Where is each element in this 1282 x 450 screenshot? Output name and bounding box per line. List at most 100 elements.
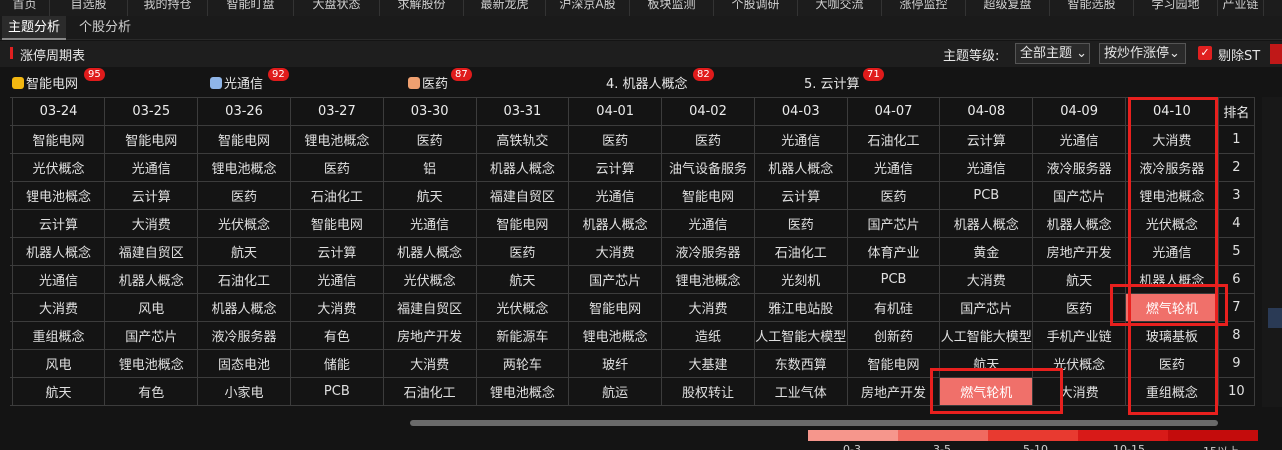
theme-cell[interactable]: 创新药 xyxy=(846,321,941,350)
theme-cell[interactable]: 国产芯片 xyxy=(846,209,941,238)
theme-cell[interactable]: 玻纤 xyxy=(568,349,663,378)
theme-cell[interactable]: 石油化工 xyxy=(753,237,848,266)
theme-cell[interactable]: 液冷服务器 xyxy=(1032,153,1126,182)
column-header[interactable]: 04-01 xyxy=(568,97,663,126)
nav-item[interactable]: 首页 xyxy=(0,0,50,16)
theme-cell[interactable]: 医药 xyxy=(846,181,941,210)
nav-item[interactable]: 涨停监控 xyxy=(882,0,966,16)
theme-cell[interactable]: 光通信 xyxy=(846,153,941,182)
theme-cell[interactable]: 医药 xyxy=(197,181,291,210)
theme-cell[interactable]: 航运 xyxy=(568,377,663,406)
theme-cell[interactable]: 智能电网 xyxy=(846,349,941,378)
theme-cell[interactable]: 锂电池概念 xyxy=(104,349,199,378)
theme-level-select[interactable]: 全部主题 ⌄ xyxy=(1015,43,1090,64)
theme-cell[interactable]: 国产芯片 xyxy=(1032,181,1126,210)
nav-item[interactable]: 沪深京A股 xyxy=(546,0,630,16)
theme-cell[interactable]: 云计算 xyxy=(289,237,384,266)
theme-item-5[interactable]: 5. 云计算 71 xyxy=(804,68,884,92)
theme-cell[interactable]: 航天 xyxy=(11,377,106,406)
theme-cell[interactable]: 机器人概念 xyxy=(1032,209,1126,238)
nav-item[interactable]: 大咖交流 xyxy=(798,0,882,16)
theme-cell[interactable]: 造纸 xyxy=(661,321,755,350)
theme-cell[interactable]: 石油化工 xyxy=(197,265,291,294)
theme-cell[interactable]: 国产芯片 xyxy=(104,321,199,350)
limit-up-cycle-table-wrap[interactable]: 03-2103-2403-2503-2603-2703-3003-3104-01… xyxy=(10,97,1255,407)
theme-cell[interactable]: 云计算 xyxy=(104,181,199,210)
theme-cell[interactable]: 大消费 xyxy=(289,293,384,322)
theme-cell[interactable]: 机器人概念 xyxy=(568,209,663,238)
theme-cell[interactable]: 光伏概念 xyxy=(475,293,570,322)
theme-cell[interactable]: 大消费 xyxy=(104,209,199,238)
column-header[interactable]: 03-31 xyxy=(475,97,570,126)
theme-cell[interactable]: 福建自贸区 xyxy=(475,181,570,210)
theme-cell[interactable]: 股权转让 xyxy=(661,377,755,406)
nav-item[interactable]: 板块监测 xyxy=(630,0,714,16)
column-header[interactable]: 03-27 xyxy=(289,97,384,126)
theme-item-3[interactable]: 医药 87 xyxy=(408,68,472,92)
tab-stock-analysis[interactable]: 个股分析 xyxy=(73,16,137,40)
sort-select[interactable]: 按炒作涨停⌄ xyxy=(1099,43,1186,64)
theme-cell[interactable]: 光伏概念 xyxy=(382,265,477,294)
theme-cell[interactable]: 有机硅 xyxy=(846,293,941,322)
horizontal-scrollbar[interactable] xyxy=(410,420,1218,426)
theme-cell[interactable]: 房地产开发 xyxy=(846,377,941,406)
nav-item[interactable]: 智能选股 xyxy=(1050,0,1134,16)
theme-cell[interactable]: 机器人概念 xyxy=(475,153,570,182)
theme-cell[interactable]: 智能电网 xyxy=(197,125,291,154)
theme-cell[interactable]: 光通信 xyxy=(382,209,477,238)
nav-item[interactable]: 产业链 xyxy=(1218,0,1264,16)
theme-cell[interactable]: 机器人概念 xyxy=(197,293,291,322)
theme-cell[interactable]: 云计算 xyxy=(939,125,1034,154)
theme-cell[interactable]: 大消费 xyxy=(382,349,477,378)
theme-cell[interactable]: 液冷服务器 xyxy=(661,237,755,266)
theme-cell[interactable]: 大消费 xyxy=(939,265,1034,294)
theme-item-1[interactable]: 智能电网 95 xyxy=(12,68,105,92)
theme-cell[interactable]: 光刻机 xyxy=(753,265,848,294)
theme-cell[interactable]: 大基建 xyxy=(661,349,755,378)
theme-cell[interactable]: 锂电池概念 xyxy=(197,153,291,182)
theme-cell[interactable]: 医药 xyxy=(382,125,477,154)
theme-cell[interactable]: 医药 xyxy=(753,209,848,238)
theme-cell[interactable]: 光通信 xyxy=(104,153,199,182)
theme-cell[interactable]: 有色 xyxy=(289,321,384,350)
theme-cell[interactable]: 液冷服务器 xyxy=(197,321,291,350)
theme-cell[interactable]: 有色 xyxy=(104,377,199,406)
theme-cell[interactable]: 云计算 xyxy=(753,181,848,210)
theme-cell[interactable]: 东数西算 xyxy=(753,349,848,378)
theme-cell[interactable]: 新能源车 xyxy=(475,321,570,350)
theme-cell[interactable]: 国产芯片 xyxy=(568,265,663,294)
theme-cell[interactable]: 石油化工 xyxy=(382,377,477,406)
theme-cell[interactable]: 石油化工 xyxy=(846,125,941,154)
theme-cell[interactable]: 储能 xyxy=(289,349,384,378)
theme-cell[interactable]: 智能电网 xyxy=(661,181,755,210)
theme-cell[interactable]: 光通信 xyxy=(661,209,755,238)
theme-cell[interactable]: 医药 xyxy=(475,237,570,266)
theme-cell[interactable]: 锂电池概念 xyxy=(475,377,570,406)
theme-cell[interactable]: 大消费 xyxy=(568,237,663,266)
nav-item[interactable]: 智能盯盘 xyxy=(208,0,294,16)
theme-cell[interactable]: 两轮车 xyxy=(475,349,570,378)
column-header[interactable]: 03-26 xyxy=(197,97,291,126)
theme-cell[interactable]: 光伏概念 xyxy=(197,209,291,238)
column-header[interactable]: 03-30 xyxy=(382,97,477,126)
theme-cell[interactable]: 工业气体 xyxy=(753,377,848,406)
theme-cell[interactable]: 锂电池概念 xyxy=(11,181,106,210)
theme-cell[interactable]: 人工智能大模型 xyxy=(939,321,1034,350)
theme-cell[interactable]: 航天 xyxy=(475,265,570,294)
theme-cell[interactable]: 云计算 xyxy=(11,209,106,238)
theme-cell[interactable]: 重组概念 xyxy=(11,321,106,350)
theme-cell[interactable]: 机器人概念 xyxy=(104,265,199,294)
theme-item-4[interactable]: 4. 机器人概念 82 xyxy=(606,68,714,92)
theme-cell[interactable]: 光伏概念 xyxy=(11,153,106,182)
theme-cell[interactable]: 机器人概念 xyxy=(939,209,1034,238)
theme-cell[interactable]: 智能电网 xyxy=(568,293,663,322)
theme-cell[interactable]: 大消费 xyxy=(11,293,106,322)
theme-cell[interactable]: 医药 xyxy=(568,125,663,154)
column-header[interactable]: 04-07 xyxy=(846,97,941,126)
theme-cell[interactable]: 高铁轨交 xyxy=(475,125,570,154)
nav-item[interactable]: 大盘状态 xyxy=(294,0,380,16)
theme-cell[interactable]: 智能电网 xyxy=(11,125,106,154)
theme-cell[interactable]: 油气设备服务 xyxy=(661,153,755,182)
theme-cell[interactable]: PCB xyxy=(846,265,941,294)
theme-cell[interactable]: 智能电网 xyxy=(104,125,199,154)
